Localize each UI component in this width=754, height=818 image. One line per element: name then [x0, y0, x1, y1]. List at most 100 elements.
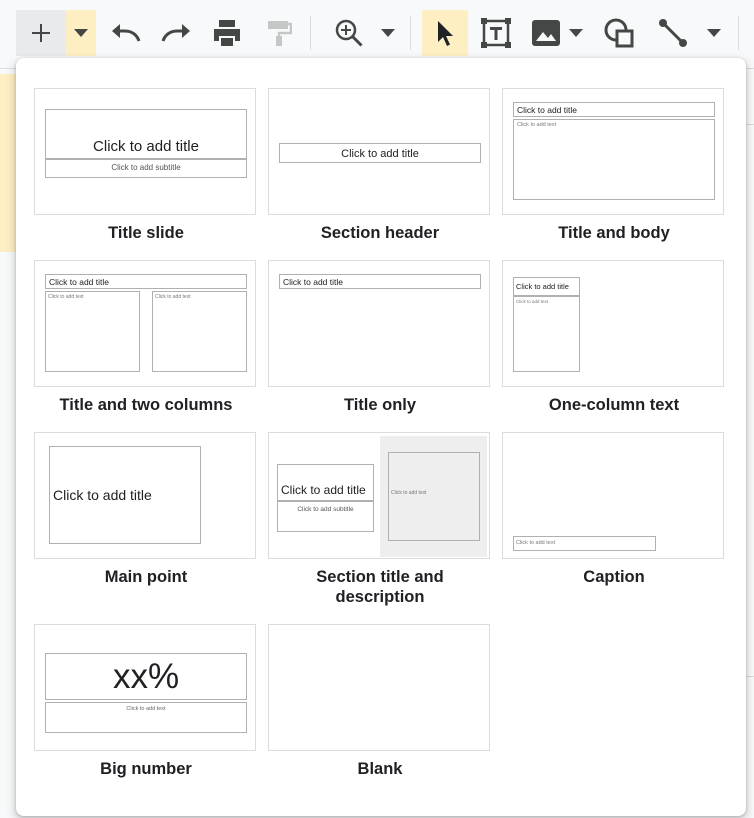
line-dropdown-button[interactable] [700, 10, 728, 56]
layout-one-column-text[interactable]: Click to add title Click to add text One… [502, 260, 726, 415]
shape-icon [604, 18, 634, 48]
caret-down-icon [569, 29, 583, 37]
layout-title-and-body[interactable]: Click to add title Click to add text Tit… [502, 88, 726, 243]
title-placeholder: Click to add title [277, 464, 374, 501]
subtitle-placeholder: Click to add subtitle [277, 501, 374, 532]
layout-thumbnail: Click to add title [34, 432, 256, 559]
caret-down-icon [381, 29, 395, 37]
layout-thumbnail: Click to add title [268, 260, 490, 387]
body-placeholder-text: Click to add text [126, 706, 166, 712]
layout-thumbnail: Click to add title Click to add subtitle [34, 88, 256, 215]
text-box-icon [481, 18, 511, 48]
body-placeholder: Click to add text [513, 119, 715, 200]
image-button[interactable] [526, 10, 566, 56]
title-placeholder-text: Click to add title [517, 105, 577, 115]
layout-title-and-two-columns[interactable]: Click to add title Click to add text Cli… [34, 260, 258, 415]
layout-main-point[interactable]: Click to add title Main point [34, 432, 258, 587]
caret-down-icon [707, 29, 721, 37]
redo-button[interactable] [156, 10, 196, 56]
paint-format-icon [268, 21, 292, 46]
title-placeholder-text: Click to add title [53, 487, 152, 503]
caption-placeholder: Click to add text [513, 536, 656, 551]
layout-thumbnail: Click to add title [268, 88, 490, 215]
layout-label: Caption [583, 568, 645, 586]
layout-label-line-1: Section title and [316, 568, 444, 586]
right-column-placeholder: Click to add text [152, 291, 247, 372]
layout-label: Title slide [108, 224, 184, 242]
layout-menu: Click to add title Click to add subtitle… [16, 58, 746, 816]
layout-title-only[interactable]: Click to add title Title only [268, 260, 492, 415]
new-slide-button[interactable] [16, 10, 66, 56]
subtitle-placeholder: Click to add subtitle [45, 159, 247, 178]
line-icon [659, 19, 687, 47]
redo-icon [161, 24, 190, 42]
title-placeholder-text: Click to add title [49, 277, 109, 287]
layout-thumbnail: Click to add title Click to add subtitle… [268, 432, 490, 559]
zoom-button[interactable] [326, 10, 372, 56]
layout-thumbnail: Click to add title Click to add text [502, 260, 724, 387]
title-placeholder: Click to add title [279, 274, 481, 289]
left-column-text: Click to add text [48, 294, 84, 300]
subtitle-placeholder-text: Click to add subtitle [111, 163, 181, 172]
big-number-text: xx% [112, 657, 180, 696]
layout-big-number[interactable]: xx% Click to add text Big number [34, 624, 258, 779]
ruler-mark [746, 676, 754, 677]
layout-caption[interactable]: Click to add text Caption [502, 432, 726, 587]
shape-button[interactable] [596, 10, 642, 56]
image-dropdown-button[interactable] [566, 10, 586, 56]
layout-label: Title and body [558, 224, 670, 242]
print-icon [214, 20, 240, 46]
layout-section-header[interactable]: Click to add title Section header [268, 88, 492, 243]
layout-section-title-and-description[interactable]: Click to add title Click to add subtitle… [268, 432, 492, 607]
paint-format-button[interactable] [258, 10, 300, 56]
layout-blank[interactable]: Blank [268, 624, 492, 779]
layout-label: One-column text [548, 396, 680, 414]
title-placeholder-text: Click to add title [281, 483, 366, 497]
caret-down-icon [74, 29, 88, 37]
layout-label: Main point [104, 568, 188, 586]
layout-dropdown-button[interactable] [66, 10, 96, 56]
image-icon [532, 20, 560, 46]
ruler-mark [746, 124, 754, 125]
title-placeholder: Click to add title [513, 277, 580, 296]
plus-icon [32, 24, 50, 42]
title-placeholder: Click to add title [279, 143, 481, 163]
layout-label: Title and two columns [59, 396, 233, 414]
title-placeholder: Click to add title [45, 109, 247, 159]
undo-icon [112, 24, 141, 42]
subtitle-placeholder-text: Click to add subtitle [297, 506, 354, 513]
title-placeholder-text: Click to add title [341, 148, 419, 160]
body-placeholder: Click to add text [513, 296, 580, 372]
layout-label: Section title and description [268, 567, 492, 607]
layout-label: Blank [357, 760, 403, 778]
toolbar-divider [310, 16, 311, 50]
title-placeholder: Click to add title [45, 274, 247, 289]
title-placeholder: Click to add title [513, 102, 715, 117]
select-cursor-icon [438, 21, 453, 46]
layout-thumbnail: Click to add title Click to add text Cli… [34, 260, 256, 387]
title-placeholder-text: Click to add title [93, 138, 199, 155]
zoom-icon [335, 19, 363, 47]
layout-thumbnail: Click to add title Click to add text [502, 88, 724, 215]
caption-placeholder-text: Click to add text [516, 540, 556, 546]
line-button[interactable] [652, 10, 694, 56]
zoom-dropdown-button[interactable] [376, 10, 400, 56]
toolbar [0, 0, 754, 66]
layout-label: Big number [100, 760, 192, 778]
number-placeholder: xx% [45, 653, 247, 700]
layout-label-line-2: description [335, 588, 425, 606]
title-placeholder: Click to add title [49, 446, 201, 544]
print-button[interactable] [206, 10, 248, 56]
layout-thumbnail: Click to add text [502, 432, 724, 559]
toolbar-divider [410, 16, 411, 50]
layout-title-slide[interactable]: Click to add title Click to add subtitle… [34, 88, 258, 243]
select-tool-button[interactable] [422, 10, 468, 56]
text-box-button[interactable] [474, 10, 518, 56]
toolbar-divider [738, 16, 739, 50]
layout-label: Section header [320, 224, 440, 242]
body-placeholder-text: Click to add text [517, 122, 557, 128]
undo-button[interactable] [106, 10, 146, 56]
layout-thumbnail [268, 624, 490, 751]
title-placeholder-text: Click to add title [516, 282, 569, 291]
body-placeholder: Click to add text [45, 702, 247, 733]
